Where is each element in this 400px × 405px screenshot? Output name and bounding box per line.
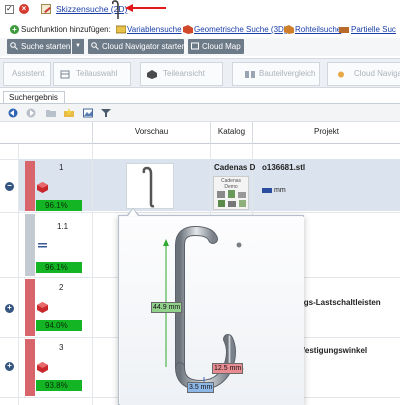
tab-cloud-navigator-label: Cloud Navigator	[354, 69, 400, 78]
collapse-row-button[interactable]: −	[5, 182, 14, 191]
score-bar	[25, 279, 35, 336]
partial-search-icon	[339, 27, 349, 33]
column-catalog-label: Katalog	[217, 127, 246, 136]
row-divider	[0, 212, 400, 213]
match-percentage: 94.0%	[36, 320, 82, 331]
column-divider	[18, 144, 19, 405]
score-bar	[25, 214, 35, 276]
tab-part-compare-label: Bauteilvergleich	[259, 69, 316, 78]
cloud-map-button[interactable]: Cloud Map	[188, 39, 244, 54]
catalog-logo: Cadenas Demo	[213, 176, 249, 210]
action-toolbar: Suche starten ▼ Cloud Navigator starten …	[0, 38, 400, 56]
tab-part-view[interactable]: Teileansicht	[140, 62, 223, 86]
3d-preview-popup: 44.9 mm 12.5 mm 3.5 mm	[118, 215, 304, 405]
tab-part-select-label: Teilauswahl	[76, 69, 118, 78]
column-preview[interactable]: Vorschau	[92, 122, 210, 144]
part-view-icon	[147, 70, 157, 79]
geometric-search-icon	[183, 25, 193, 34]
popup-pointer-fill	[128, 209, 138, 216]
raw-part-icon	[284, 25, 294, 34]
sketch-search-checkbox[interactable]	[5, 4, 14, 14]
results-table-header: Vorschau Katalog Projekt	[0, 122, 400, 144]
match-percentage: 96.1%	[36, 200, 82, 211]
part-icon	[37, 182, 48, 193]
tab-assistant[interactable]: Assistent	[3, 62, 51, 86]
column-project[interactable]: Projekt	[252, 122, 400, 144]
result-toolbar	[0, 104, 400, 122]
search-icon	[10, 42, 18, 50]
forward-icon[interactable]	[26, 108, 36, 118]
start-search-label: Suche starten	[21, 42, 71, 51]
height-dimension-label: 44.9 mm	[151, 302, 183, 313]
hook-thumbnail-icon	[142, 166, 155, 208]
column-divider	[92, 144, 93, 405]
tab-assistant-label: Assistent	[12, 69, 45, 78]
back-icon[interactable]	[8, 108, 18, 118]
3d-viewport[interactable]: 44.9 mm 12.5 mm 3.5 mm	[120, 217, 304, 405]
hook-3d-model	[163, 225, 244, 392]
geometric-search-link[interactable]: Geometrische Suche (3D)	[194, 25, 286, 34]
match-percentage: 96.1%	[36, 262, 82, 273]
project-name: ungs-Lastschaltleisten	[294, 298, 381, 307]
row-number: 2	[59, 283, 64, 292]
width-dimension-label: 12.5 mm	[212, 363, 244, 374]
list-icon	[38, 243, 47, 248]
filter-icon[interactable]	[101, 108, 111, 118]
row-number: 1.1	[57, 222, 69, 231]
column-preview-label: Vorschau	[134, 127, 169, 136]
part-icon	[37, 362, 48, 373]
image-export-icon[interactable]	[83, 108, 93, 118]
search-result-tab-label: Suchergebnis	[9, 93, 58, 102]
sketch-preview-icon	[112, 0, 119, 19]
cloud-navigator-start-button[interactable]: Cloud Navigator starten	[88, 39, 187, 54]
tab-part-select[interactable]: Teilauswahl	[53, 62, 131, 86]
add-search-label: Suchfunktion hinzufügen:	[21, 25, 111, 34]
map-icon	[191, 42, 199, 50]
edit-icon[interactable]	[41, 4, 51, 14]
expand-row-button[interactable]: +	[5, 304, 14, 313]
row-number: 1	[59, 163, 64, 172]
remove-icon[interactable]: ×	[19, 4, 29, 14]
search-functions-bar: × Skizzensuche (2D)	[0, 0, 400, 22]
variable-search-link[interactable]: Variablensuche	[127, 25, 182, 34]
score-bar	[25, 161, 35, 211]
tab-part-view-label: Teileansicht	[163, 69, 205, 78]
view-tab-bar: Assistent Teilauswahl Teileansicht Baute…	[0, 58, 400, 88]
depth-dimension-label: 3.5 mm	[187, 382, 215, 393]
row-number: 3	[59, 343, 64, 352]
folder-icon[interactable]	[46, 108, 56, 118]
search-icon	[91, 42, 99, 50]
catalog-parts-icon	[217, 190, 246, 207]
unit-label: mm	[262, 187, 286, 194]
favorite-folder-icon[interactable]	[64, 108, 74, 118]
tab-cloud-navigator[interactable]: Cloud Navigator	[327, 62, 400, 86]
add-icon: +	[10, 25, 19, 34]
start-search-button[interactable]: Suche starten	[7, 39, 71, 54]
column-catalog[interactable]: Katalog	[210, 122, 252, 144]
search-dropdown-button[interactable]: ▼	[72, 39, 84, 54]
match-percentage: 93.8%	[36, 380, 82, 391]
part-icon	[37, 302, 48, 313]
red-arrow-icon	[125, 4, 166, 12]
part-preview-thumbnail[interactable]	[126, 163, 174, 209]
raw-part-search-link[interactable]: Rohteilsuche	[295, 25, 341, 34]
cloud-icon	[338, 71, 344, 78]
tab-part-compare[interactable]: Bauteilvergleich	[232, 62, 320, 86]
score-bar	[25, 339, 35, 396]
partial-search-link[interactable]: Partielle Suc	[351, 25, 396, 34]
project-name: o136681.stl	[262, 163, 306, 172]
cloud-navigator-start-label: Cloud Navigator starten	[102, 42, 187, 51]
expand-row-button[interactable]: +	[5, 362, 14, 371]
add-search-row: + Suchfunktion hinzufügen: Variablensuch…	[0, 22, 400, 36]
variable-search-icon	[116, 25, 126, 34]
compare-icon	[245, 71, 255, 78]
part-select-icon	[60, 70, 70, 79]
column-project-label: Projekt	[314, 127, 339, 136]
cloud-map-label: Cloud Map	[202, 42, 241, 51]
catalog-name: Cadenas D	[214, 163, 256, 172]
